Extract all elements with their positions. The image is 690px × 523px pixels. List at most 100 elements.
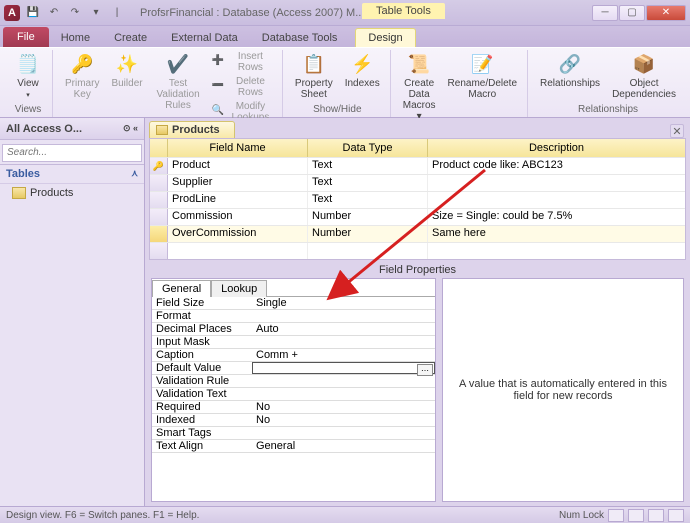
test-validation-button[interactable]: ✔️ Test Validation Rules [151, 50, 206, 113]
property-value[interactable]: ⋯ [252, 362, 435, 374]
property-value[interactable] [252, 310, 435, 322]
property-value[interactable]: Comm + [252, 349, 435, 361]
property-row[interactable]: Input Mask [152, 336, 435, 349]
status-text: Design view. F6 = Switch panes. F1 = Hel… [6, 510, 199, 521]
cell-description[interactable]: Product code like: ABC123 [428, 158, 685, 174]
close-button[interactable]: ✕ [646, 5, 686, 21]
property-value[interactable] [252, 427, 435, 439]
minimize-button[interactable]: ─ [592, 5, 618, 21]
view-label: View [17, 78, 39, 89]
check-icon: ✔️ [164, 52, 192, 76]
table-row[interactable]: OverCommissionNumberSame here [150, 225, 685, 242]
builder-button[interactable]: ✨ Builder [107, 50, 146, 91]
property-row[interactable]: CaptionComm + [152, 349, 435, 362]
delete-rows-button[interactable]: ➖Delete Rows [210, 75, 276, 99]
row-selector[interactable] [150, 192, 168, 208]
property-row[interactable]: RequiredNo [152, 401, 435, 414]
save-icon[interactable]: 💾 [24, 4, 42, 22]
insert-rows-button[interactable]: ➕Insert Rows [210, 50, 276, 74]
ribbon: 🗒️ View ▾ Views 🔑 Primary Key ✨ Builder … [0, 48, 690, 118]
view-button[interactable]: 🗒️ View ▾ [10, 50, 46, 101]
tab-create[interactable]: Create [102, 29, 159, 47]
cell-data-type[interactable]: Number [308, 226, 428, 242]
undo-icon[interactable]: ↶ [45, 4, 63, 22]
property-row[interactable]: Smart Tags [152, 427, 435, 440]
property-row[interactable]: Default Value⋯ [152, 362, 435, 375]
cell-data-type[interactable]: Text [308, 192, 428, 208]
col-description[interactable]: Description [428, 139, 685, 157]
tab-general[interactable]: General [152, 280, 211, 297]
property-name: Required [152, 401, 252, 413]
nav-header[interactable]: All Access O... ⊙ « [0, 118, 144, 140]
property-row[interactable]: Field SizeSingle [152, 297, 435, 310]
property-row[interactable]: Format [152, 310, 435, 323]
doc-tab-products[interactable]: Products [149, 121, 235, 138]
rename-delete-macro-button[interactable]: 📝 Rename/Delete Macro [444, 50, 521, 102]
cell-description[interactable] [428, 175, 685, 191]
redo-icon[interactable]: ↷ [66, 4, 84, 22]
cell-description[interactable]: Size = Single: could be 7.5% [428, 209, 685, 225]
view-other-button[interactable] [668, 509, 684, 522]
tab-home[interactable]: Home [49, 29, 102, 47]
tab-design[interactable]: Design [355, 28, 415, 47]
col-data-type[interactable]: Data Type [308, 139, 428, 157]
col-field-name[interactable]: Field Name [168, 139, 308, 157]
table-row[interactable]: CommissionNumberSize = Single: could be … [150, 208, 685, 225]
tab-database-tools[interactable]: Database Tools [250, 29, 350, 47]
primary-key-button[interactable]: 🔑 Primary Key [61, 50, 103, 102]
cell-field-name[interactable]: Supplier [168, 175, 308, 191]
maximize-button[interactable]: ▢ [619, 5, 645, 21]
property-value[interactable]: No [252, 401, 435, 413]
property-row[interactable]: IndexedNo [152, 414, 435, 427]
cell-data-type[interactable]: Text [308, 158, 428, 174]
rename-icon: 📝 [468, 52, 496, 76]
property-row[interactable]: Validation Text [152, 388, 435, 401]
qat-dropdown-icon[interactable]: ▾ [87, 4, 105, 22]
create-data-macros-button[interactable]: 📜 Create Data Macros ▾ [399, 50, 440, 124]
property-row[interactable]: Validation Rule [152, 375, 435, 388]
property-row[interactable]: Text AlignGeneral [152, 440, 435, 453]
cell-data-type[interactable]: Text [308, 175, 428, 191]
table-row[interactable]: 🔑ProductTextProduct code like: ABC123 [150, 157, 685, 174]
tab-lookup[interactable]: Lookup [211, 280, 267, 297]
table-row[interactable]: ProdLineText [150, 191, 685, 208]
tab-file[interactable]: File [3, 27, 49, 47]
row-selector[interactable] [150, 175, 168, 191]
property-value[interactable] [252, 375, 435, 387]
cell-field-name[interactable]: Product [168, 158, 308, 174]
numlock-label: Num Lock [559, 510, 604, 521]
tab-external-data[interactable]: External Data [159, 29, 250, 47]
property-row[interactable]: Decimal PlacesAuto [152, 323, 435, 336]
table-row[interactable]: SupplierText [150, 174, 685, 191]
property-name: Default Value [152, 362, 252, 374]
cell-field-name[interactable]: Commission [168, 209, 308, 225]
property-value[interactable]: No [252, 414, 435, 426]
property-value[interactable]: Auto [252, 323, 435, 335]
cell-description[interactable] [428, 192, 685, 208]
cell-description[interactable]: Same here [428, 226, 685, 242]
row-selector[interactable] [150, 226, 168, 242]
search-input[interactable] [2, 144, 142, 162]
nav-item-products[interactable]: Products [0, 184, 144, 202]
nav-section-tables[interactable]: Tables ⋏ [0, 165, 144, 184]
cell-field-name[interactable]: OverCommission [168, 226, 308, 242]
property-value[interactable] [252, 388, 435, 400]
relationships-group-label: Relationships [578, 104, 638, 115]
table-row[interactable] [150, 242, 685, 259]
indexes-button[interactable]: ⚡ Indexes [341, 50, 384, 91]
property-value[interactable] [252, 336, 435, 348]
view-datasheet-button[interactable] [608, 509, 624, 522]
row-selector[interactable]: 🔑 [150, 158, 168, 174]
view-design-button[interactable] [628, 509, 644, 522]
relationships-button[interactable]: 🔗 Relationships [536, 50, 604, 91]
view-sql-button[interactable] [648, 509, 664, 522]
property-value[interactable]: Single [252, 297, 435, 309]
property-value[interactable]: General [252, 440, 435, 452]
cell-data-type[interactable]: Number [308, 209, 428, 225]
object-dependencies-button[interactable]: 📦 Object Dependencies [608, 50, 680, 102]
close-tab-button[interactable]: ✕ [670, 124, 684, 138]
row-selector[interactable] [150, 209, 168, 225]
property-sheet-button[interactable]: 📋 Property Sheet [291, 50, 337, 102]
cell-field-name[interactable]: ProdLine [168, 192, 308, 208]
divider: | [108, 4, 126, 22]
